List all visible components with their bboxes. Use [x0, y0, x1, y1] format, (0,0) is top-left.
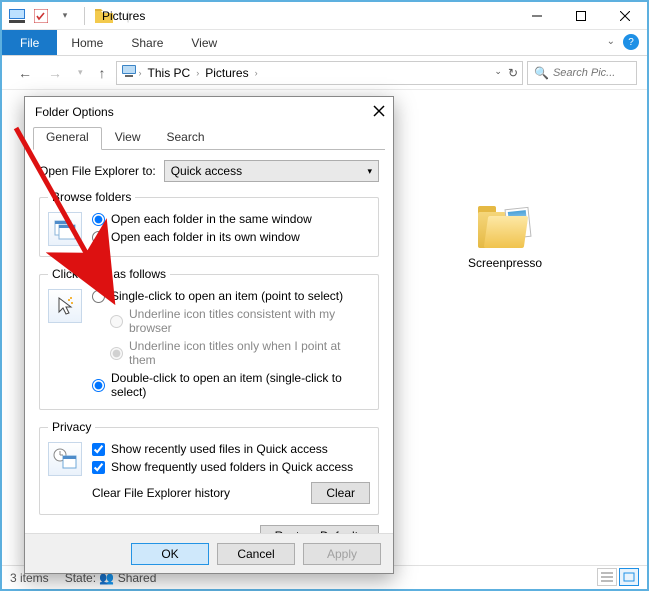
- tab-home[interactable]: Home: [57, 30, 117, 55]
- view-details-button[interactable]: [597, 568, 617, 586]
- close-window-button[interactable]: [603, 2, 647, 30]
- pc-icon: [121, 65, 137, 80]
- clear-history-label: Clear File Explorer history: [92, 486, 230, 500]
- tab-share[interactable]: Share: [117, 30, 177, 55]
- crumb-sep-icon[interactable]: ›: [255, 68, 258, 78]
- folder-label: Screenpresso: [465, 256, 545, 270]
- dialog-tabs: General View Search: [33, 127, 385, 150]
- tab-view[interactable]: View: [177, 30, 231, 55]
- radio-underline-point: Underline icon titles only when I point …: [110, 339, 370, 367]
- folder-item-screenpresso[interactable]: Screenpresso: [465, 206, 545, 270]
- dialog-close-button[interactable]: [373, 105, 385, 120]
- privacy-group: Privacy Show recently used files in Quic…: [39, 420, 379, 515]
- folder-thumbnail-icon: [478, 206, 532, 250]
- ok-button[interactable]: OK: [131, 543, 209, 565]
- radio-own-window[interactable]: Open each folder in its own window: [92, 230, 370, 244]
- browse-folders-icon: [48, 212, 82, 246]
- ribbon-tabs: File Home Share View ⌄ ?: [2, 30, 647, 56]
- browse-folders-legend: Browse folders: [48, 190, 135, 204]
- radio-single-click[interactable]: Single-click to open an item (point to s…: [92, 289, 370, 303]
- dialog-button-row: OK Cancel Apply: [25, 533, 393, 573]
- help-icon[interactable]: ?: [623, 34, 639, 50]
- nav-recent-dropdown[interactable]: ▾: [72, 65, 89, 80]
- open-explorer-to-value: Quick access: [171, 164, 242, 178]
- chevron-down-icon: ▾: [367, 166, 372, 177]
- radio-double-click[interactable]: Double-click to open an item (single-cli…: [92, 371, 370, 399]
- search-input[interactable]: [553, 67, 633, 79]
- search-icon: 🔍: [534, 66, 549, 80]
- search-box[interactable]: 🔍: [527, 61, 637, 85]
- radio-same-window[interactable]: Open each folder in the same window: [92, 212, 370, 226]
- crumb-sep-icon[interactable]: ›: [139, 68, 142, 78]
- ribbon-expand-icon[interactable]: ⌄: [607, 36, 615, 47]
- nav-up-button[interactable]: ↑: [93, 63, 112, 83]
- folder-options-dialog: Folder Options General View Search Open …: [24, 96, 394, 574]
- open-explorer-to-combo[interactable]: Quick access ▾: [164, 160, 379, 182]
- maximize-button[interactable]: [559, 2, 603, 30]
- checkbox-frequent-folders[interactable]: Show frequently used folders in Quick ac…: [92, 460, 370, 474]
- radio-underline-browser: Underline icon titles consistent with my…: [110, 307, 370, 335]
- clear-history-button[interactable]: Clear: [311, 482, 370, 504]
- tab-file[interactable]: File: [2, 30, 57, 55]
- refresh-icon[interactable]: ↻: [508, 66, 518, 80]
- nav-forward-button[interactable]: →: [42, 63, 68, 83]
- checkbox-recent-files[interactable]: Show recently used files in Quick access: [92, 442, 370, 456]
- minimize-button[interactable]: [515, 2, 559, 30]
- click-items-legend: Click items as follows: [48, 267, 170, 281]
- privacy-icon: [48, 442, 82, 476]
- navigation-bar: ← → ▾ ↑ › This PC › Pictures › ⌄ ↻ 🔍: [2, 56, 647, 90]
- window-title: Pictures: [102, 9, 145, 23]
- browse-folders-group: Browse folders Open each folder in the s…: [39, 190, 379, 257]
- privacy-legend: Privacy: [48, 420, 95, 434]
- crumb-sep-icon[interactable]: ›: [196, 68, 199, 78]
- cancel-button[interactable]: Cancel: [217, 543, 295, 565]
- view-large-icons-button[interactable]: [619, 568, 639, 586]
- addr-dropdown-icon[interactable]: ⌄: [494, 66, 502, 80]
- dialog-tab-view[interactable]: View: [102, 127, 154, 150]
- address-bar[interactable]: › This PC › Pictures › ⌄ ↻: [116, 61, 523, 85]
- open-explorer-to-label: Open File Explorer to:: [39, 164, 156, 178]
- dialog-title: Folder Options: [35, 105, 114, 119]
- click-items-group: Click items as follows Single-click to o…: [39, 267, 379, 410]
- crumb-this-pc[interactable]: This PC: [144, 66, 195, 80]
- qat-chevron-down-icon[interactable]: ▾: [56, 7, 74, 25]
- click-cursor-icon: [48, 289, 82, 323]
- nav-back-button[interactable]: ←: [12, 63, 38, 83]
- explorer-app-icon: [8, 7, 26, 25]
- apply-button[interactable]: Apply: [303, 543, 381, 565]
- window-titlebar: ▾ | Pictures: [2, 2, 647, 30]
- crumb-pictures[interactable]: Pictures: [201, 66, 252, 80]
- dialog-tab-search[interactable]: Search: [154, 127, 218, 150]
- dialog-tab-general[interactable]: General: [33, 127, 102, 150]
- qat-properties-icon[interactable]: [32, 7, 50, 25]
